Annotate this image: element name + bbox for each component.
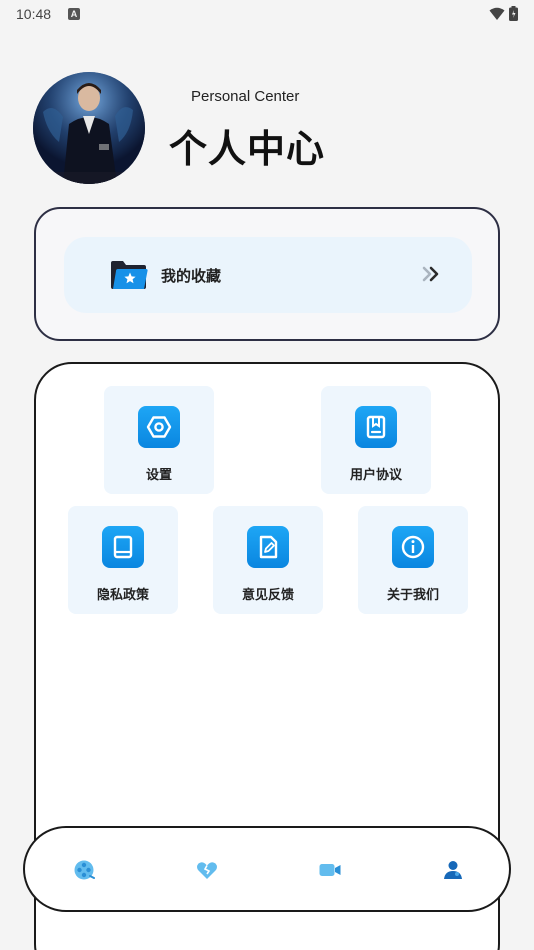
status-time: 10:48 — [16, 6, 52, 22]
agreement-icon — [355, 406, 397, 448]
favorites-row[interactable]: 我的收藏 — [64, 237, 472, 313]
menu-item-label: 意见反馈 — [241, 588, 294, 603]
battery-icon — [509, 6, 518, 21]
menu-item-label: 设置 — [145, 468, 172, 483]
menu-item-settings[interactable]: 设置 — [104, 386, 214, 494]
info-icon — [392, 526, 434, 568]
status-bar: 10:48 A — [0, 0, 534, 30]
page-title: 个人中心 — [169, 127, 326, 171]
status-icons — [489, 6, 518, 21]
notification-a-icon: A — [68, 8, 80, 20]
folder-star-icon — [111, 261, 148, 289]
wifi-icon — [489, 7, 505, 20]
avatar[interactable] — [33, 72, 145, 184]
menu-item-label: 用户协议 — [349, 468, 402, 483]
settings-icon — [138, 406, 180, 448]
profile-icon[interactable] — [441, 858, 465, 882]
menu-item-label: 关于我们 — [386, 588, 439, 603]
menu-item-label: 隐私政策 — [96, 588, 149, 603]
favorites-label: 我的收藏 — [161, 267, 222, 285]
menu-item-privacy[interactable]: 隐私政策 — [68, 506, 178, 614]
menu-item-user-agreement[interactable]: 用户协议 — [321, 386, 431, 494]
film-reel-icon[interactable] — [72, 858, 96, 882]
video-camera-icon[interactable] — [318, 858, 342, 882]
menu-item-feedback[interactable]: 意见反馈 — [213, 506, 323, 614]
page-subtitle: Personal Center — [191, 88, 300, 105]
heart-icon[interactable] — [195, 858, 219, 882]
privacy-book-icon — [102, 526, 144, 568]
double-chevron-right-icon — [422, 266, 439, 282]
bottom-nav — [23, 826, 511, 912]
menu-item-about[interactable]: 关于我们 — [358, 506, 468, 614]
avatar-image — [33, 72, 145, 184]
feedback-edit-icon — [247, 526, 289, 568]
favorites-card: 我的收藏 — [34, 207, 500, 341]
